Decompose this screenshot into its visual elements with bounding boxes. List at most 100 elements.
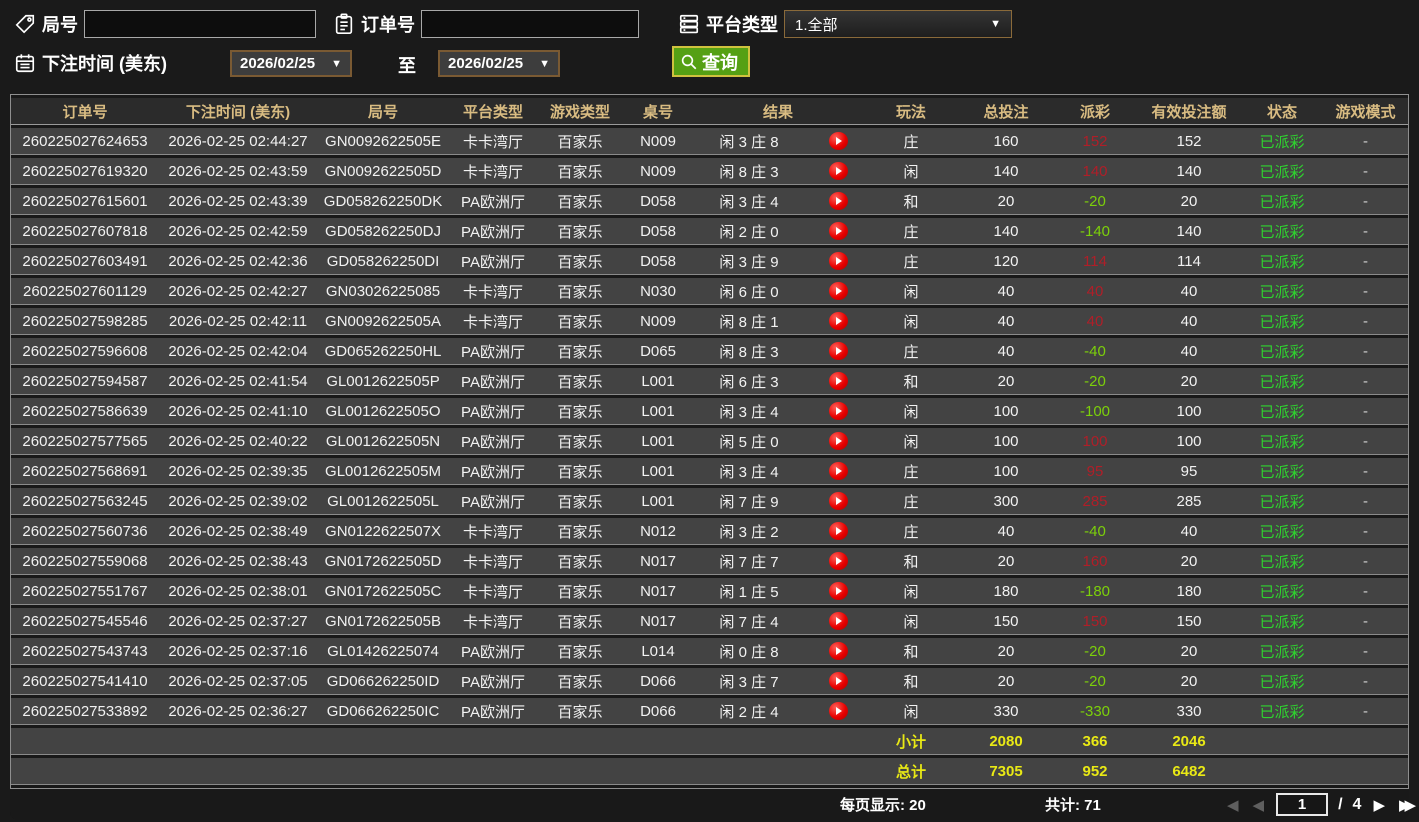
- cell-game-type: 百家乐: [537, 488, 623, 515]
- replay-play-button[interactable]: [829, 492, 848, 510]
- header-table-no: 桌号: [623, 98, 693, 125]
- cell-game-type: 百家乐: [537, 188, 623, 215]
- play-icon: [836, 317, 842, 325]
- result-text: 闲 2 庄 4: [719, 703, 779, 721]
- cell-game-mode: -: [1323, 488, 1408, 515]
- cell-game-mode: -: [1323, 458, 1408, 485]
- cell-order-no: 260225027607818: [11, 218, 159, 245]
- bet-records-table: 订单号 下注时间 (美东) 局号 平台类型 游戏类型 桌号 结果 玩法 总投注 …: [10, 94, 1409, 789]
- cell-order-no: 260225027596608: [11, 338, 159, 365]
- replay-play-button[interactable]: [829, 582, 848, 600]
- replay-play-button[interactable]: [829, 162, 848, 180]
- cell-table-no: L001: [623, 368, 693, 395]
- cell-bet-time: 2026-02-25 02:39:02: [159, 488, 317, 515]
- replay-play-button[interactable]: [829, 252, 848, 270]
- per-page-label: 每页显示: 20: [840, 797, 926, 814]
- cell-total-bet: 40: [959, 278, 1053, 305]
- cell-game-no: GD066262250ID: [317, 668, 449, 695]
- replay-play-button[interactable]: [829, 222, 848, 240]
- cell-total-bet: 140: [959, 218, 1053, 245]
- cell-method: 和: [863, 668, 959, 695]
- cell-result: 闲 3 庄 4: [693, 398, 863, 425]
- cell-platform: PA欧洲厅: [449, 248, 537, 275]
- cell-total-bet: 40: [959, 338, 1053, 365]
- replay-play-button[interactable]: [829, 672, 848, 690]
- clipboard-icon: [333, 13, 355, 35]
- replay-play-button[interactable]: [829, 462, 848, 480]
- cell-order-no: 260225027533892: [11, 698, 159, 725]
- game-no-input[interactable]: [84, 10, 316, 38]
- replay-play-button[interactable]: [829, 192, 848, 210]
- cell-result: 闲 2 庄 4: [693, 698, 863, 725]
- date-to-picker[interactable]: 2026/02/25 ▼: [438, 50, 560, 77]
- last-page-button[interactable]: ▶▶: [1397, 796, 1418, 814]
- order-no-label: 订单号: [361, 15, 415, 35]
- cell-method: 闲: [863, 698, 959, 725]
- first-page-button[interactable]: ◀: [1225, 796, 1241, 814]
- replay-play-button[interactable]: [829, 522, 848, 540]
- total-count-label: 共计: 71: [1045, 797, 1101, 814]
- cell-game-mode: -: [1323, 518, 1408, 545]
- next-page-button[interactable]: ▶: [1371, 796, 1387, 814]
- page-number-input[interactable]: [1276, 793, 1329, 816]
- cell-game-type: 百家乐: [537, 368, 623, 395]
- cell-order-no: 260225027598285: [11, 308, 159, 335]
- cell-method: 闲: [863, 278, 959, 305]
- cell-game-mode: -: [1323, 608, 1408, 635]
- cell-game-type: 百家乐: [537, 308, 623, 335]
- cell-platform: PA欧洲厅: [449, 398, 537, 425]
- cell-payout: 160: [1053, 548, 1137, 575]
- cell-valid-bet: 330: [1137, 698, 1241, 725]
- cell-total-bet: 20: [959, 368, 1053, 395]
- result-text: 闲 2 庄 0: [719, 223, 779, 241]
- cell-game-type: 百家乐: [537, 128, 623, 155]
- replay-play-button[interactable]: [829, 372, 848, 390]
- cell-game-no: GL01426225074: [317, 638, 449, 665]
- play-icon: [836, 587, 842, 595]
- replay-play-button[interactable]: [829, 402, 848, 420]
- header-method: 玩法: [863, 98, 959, 125]
- cell-valid-bet: 140: [1137, 158, 1241, 185]
- cell-game-type: 百家乐: [537, 518, 623, 545]
- replay-play-button[interactable]: [829, 132, 848, 150]
- cell-valid-bet: 100: [1137, 398, 1241, 425]
- play-icon: [836, 227, 842, 235]
- cell-status: 已派彩: [1241, 158, 1323, 185]
- cell-total-bet: 100: [959, 458, 1053, 485]
- table-row: 260225027607818 2026-02-25 02:42:59 GD05…: [11, 218, 1408, 245]
- cell-order-no: 260225027543743: [11, 638, 159, 665]
- replay-play-button[interactable]: [829, 552, 848, 570]
- order-no-input[interactable]: [421, 10, 639, 38]
- table-row: 260225027551767 2026-02-25 02:38:01 GN01…: [11, 578, 1408, 605]
- replay-play-button[interactable]: [829, 342, 848, 360]
- replay-play-button[interactable]: [829, 432, 848, 450]
- cell-game-no: GD065262250HL: [317, 338, 449, 365]
- replay-play-button[interactable]: [829, 312, 848, 330]
- play-icon: [836, 647, 842, 655]
- cell-game-type: 百家乐: [537, 338, 623, 365]
- cell-table-no: N009: [623, 158, 693, 185]
- replay-play-button[interactable]: [829, 282, 848, 300]
- replay-play-button[interactable]: [829, 612, 848, 630]
- cell-game-no: GL0012622505P: [317, 368, 449, 395]
- cell-table-no: L014: [623, 638, 693, 665]
- cell-platform: 卡卡湾厅: [449, 608, 537, 635]
- replay-play-button[interactable]: [829, 642, 848, 660]
- result-text: 闲 8 庄 3: [719, 343, 779, 361]
- cell-status: 已派彩: [1241, 218, 1323, 245]
- search-button[interactable]: 查询: [672, 46, 750, 77]
- cell-table-no: N017: [623, 548, 693, 575]
- cell-order-no: 260225027624653: [11, 128, 159, 155]
- replay-play-button[interactable]: [829, 702, 848, 720]
- prev-page-button[interactable]: ◀: [1251, 796, 1267, 814]
- cell-table-no: L001: [623, 488, 693, 515]
- cell-valid-bet: 95: [1137, 458, 1241, 485]
- cell-bet-time: 2026-02-25 02:41:10: [159, 398, 317, 425]
- cell-game-type: 百家乐: [537, 548, 623, 575]
- cell-table-no: N030: [623, 278, 693, 305]
- platform-select[interactable]: 1.全部 ▼: [784, 10, 1012, 38]
- cell-platform: 卡卡湾厅: [449, 578, 537, 605]
- date-from-picker[interactable]: 2026/02/25 ▼: [230, 50, 352, 77]
- cell-valid-bet: 40: [1137, 518, 1241, 545]
- table-row: 260225027560736 2026-02-25 02:38:49 GN01…: [11, 518, 1408, 545]
